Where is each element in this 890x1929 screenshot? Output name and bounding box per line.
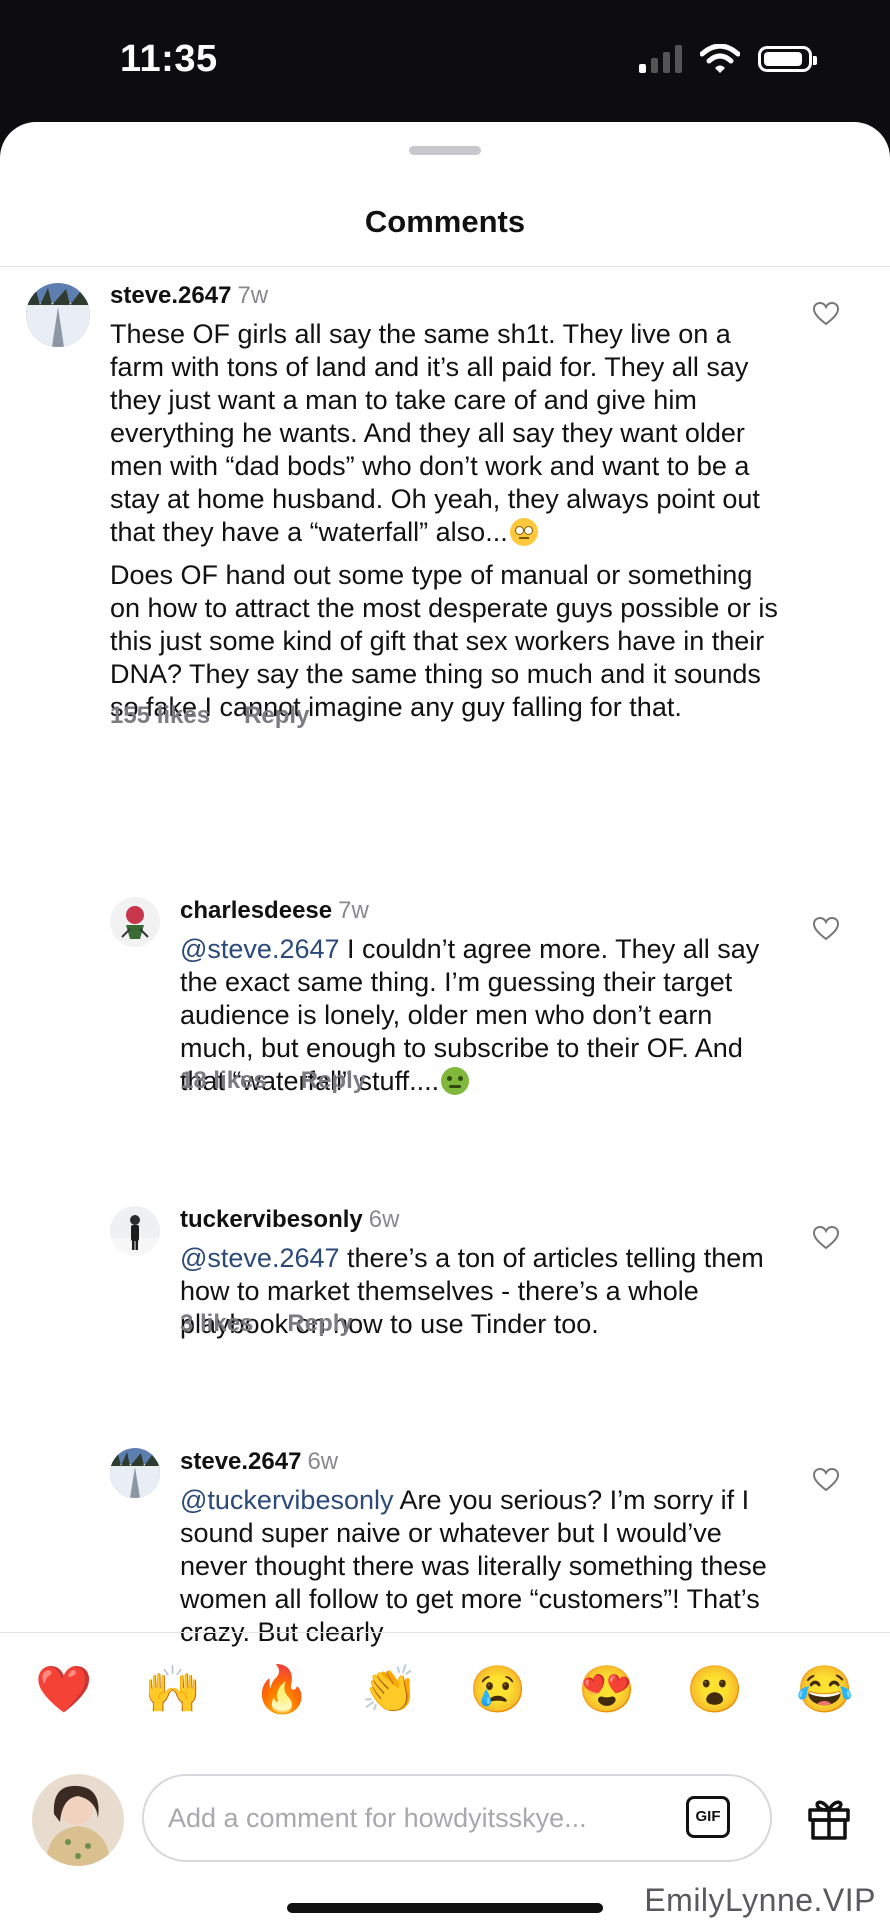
comment: steve.2647 6w @tuckervibesonly Are you se…	[0, 1436, 890, 1647]
avatar[interactable]	[26, 283, 90, 347]
comment: steve.2647 7w These OF girls all say the …	[0, 270, 890, 830]
comment: charlesdeese 7w @steve.2647 I couldn’t ag…	[0, 885, 890, 1145]
comment-list[interactable]: steve.2647 7w These OF girls all say the …	[0, 270, 890, 1752]
status-time: 11:35	[120, 38, 218, 80]
reaction-crying[interactable]: 😢	[468, 1659, 528, 1719]
current-user-avatar[interactable]	[32, 1774, 124, 1866]
reply-button[interactable]: Reply	[301, 1067, 366, 1094]
reaction-fire[interactable]: 🔥	[252, 1659, 312, 1719]
comments-sheet: Comments steve.2647 7w These OF girls all…	[0, 122, 890, 1929]
like-count[interactable]: 155 likes	[110, 702, 210, 729]
heart-outline-icon[interactable]	[812, 1224, 840, 1252]
watermark-text: EmilyLynne.VIP	[644, 1882, 876, 1918]
sheet-title: Comments	[364, 204, 526, 239]
status-bar: 11:35	[0, 0, 890, 125]
quick-reaction-bar: ❤️ 🙌 🔥 👏 😢 😍 😮 😂	[0, 1632, 890, 1745]
comment-composer: Add a comment for howdyitsskye... GIF	[0, 1744, 890, 1866]
reply-button[interactable]: Reply	[287, 1310, 352, 1337]
title-divider	[0, 266, 890, 267]
comment-username[interactable]: charlesdeese	[180, 897, 332, 924]
eye-roll-emoji	[509, 518, 538, 546]
comment-time: 6w	[307, 1448, 339, 1475]
nauseated-emoji	[441, 1067, 470, 1095]
heart-outline-icon[interactable]	[812, 915, 840, 943]
comment-meta: 155 likes Reply	[110, 702, 309, 730]
like-count[interactable]: 18 likes	[180, 1067, 267, 1094]
gif-button[interactable]: GIF	[686, 1796, 730, 1838]
comment-header: steve.2647 6w	[180, 1448, 338, 1476]
comment-text: These OF girls all say the same sh1t. Th…	[110, 318, 780, 734]
comment-meta: 18 likes Reply	[180, 1067, 366, 1095]
comment-input-placeholder: Add a comment for howdyitsskye...	[168, 1803, 587, 1833]
gift-icon[interactable]	[805, 1794, 853, 1842]
comment: tuckervibesonly 6w @steve.2647 there’s a …	[0, 1194, 890, 1394]
comment-paragraph: These OF girls all say the same sh1t. Th…	[110, 319, 760, 547]
home-indicator[interactable]	[287, 1903, 603, 1913]
comment-header: steve.2647 7w	[110, 282, 268, 310]
comment-header: charlesdeese 7w	[180, 897, 369, 925]
reaction-heart-eyes[interactable]: 😍	[577, 1659, 637, 1719]
comment-text: @tuckervibesonly Are you serious? I’m so…	[180, 1484, 780, 1649]
heart-outline-icon[interactable]	[812, 300, 840, 328]
comment-meta: 3 likes Reply	[180, 1310, 353, 1338]
comment-time: 7w	[338, 897, 369, 924]
reaction-raised-hands[interactable]: 🙌	[143, 1659, 203, 1719]
comment-username[interactable]: steve.2647	[110, 282, 231, 309]
heart-outline-icon[interactable]	[812, 1466, 840, 1494]
mention-link[interactable]: @steve.2647	[180, 934, 340, 964]
battery-icon	[758, 46, 817, 72]
comment-username[interactable]: tuckervibesonly	[180, 1206, 363, 1233]
comment-header: tuckervibesonly 6w	[180, 1206, 399, 1234]
reaction-laughing[interactable]: 😂	[795, 1659, 855, 1719]
status-icons	[639, 44, 817, 74]
like-count[interactable]: 3 likes	[180, 1310, 253, 1337]
reaction-heart[interactable]: ❤️	[34, 1659, 94, 1719]
comment-input[interactable]: Add a comment for howdyitsskye... GIF	[142, 1774, 772, 1862]
cellular-signal-icon	[639, 45, 682, 73]
reply-button[interactable]: Reply	[244, 702, 309, 729]
wifi-icon	[700, 44, 740, 73]
comment-username[interactable]: steve.2647	[180, 1448, 301, 1475]
avatar[interactable]	[110, 897, 160, 947]
avatar[interactable]	[110, 1448, 160, 1498]
avatar[interactable]	[110, 1206, 160, 1256]
comment-time: 7w	[237, 282, 269, 309]
mention-link[interactable]: @tuckervibesonly	[180, 1485, 394, 1515]
sheet-grabber[interactable]	[409, 146, 481, 155]
mention-link[interactable]: @steve.2647	[180, 1243, 340, 1273]
reaction-clap[interactable]: 👏	[360, 1659, 420, 1719]
comment-paragraph: Does OF hand out some type of manual or …	[110, 560, 778, 722]
reaction-surprised[interactable]: 😮	[685, 1659, 745, 1719]
comment-time: 6w	[368, 1206, 400, 1233]
